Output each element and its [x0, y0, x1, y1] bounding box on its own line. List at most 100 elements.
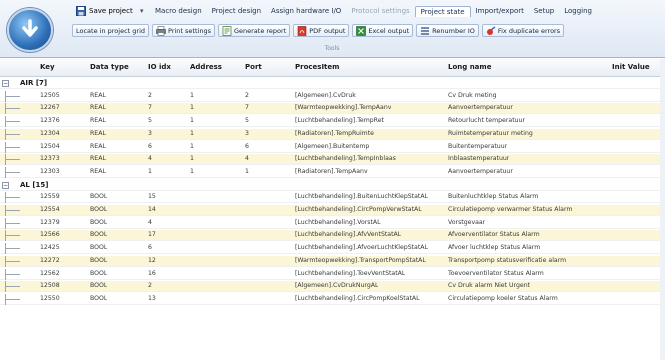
- quick-access-dropdown[interactable]: ▾: [140, 4, 144, 18]
- group-row[interactable]: − AIR [7]: [0, 78, 660, 89]
- cell-long-name: Buitentemperatuur: [448, 142, 508, 150]
- cell-procesitem: [Luchtbehandeling].TempRet: [295, 117, 384, 125]
- cell-key: 12379: [40, 218, 60, 226]
- cell-procesitem: [Luchtbehandeling].BuitenLuchtKlepStatAL: [295, 193, 429, 201]
- save-project-label: Save project: [89, 7, 133, 15]
- cell-data-type: BOOL: [90, 269, 108, 277]
- tab-macro-design[interactable]: Macro design: [150, 6, 207, 16]
- column-header-long-name[interactable]: Long name: [448, 63, 491, 71]
- cell-long-name: Buitenluchtklep Status Alarm: [448, 193, 539, 201]
- fix-duplicate-errors-button[interactable]: Fix duplicate errors: [481, 24, 565, 37]
- table-row[interactable]: 12373 REAL 4 1 4 [Luchtbehandeling].TempInbla…: [0, 154, 660, 166]
- table-row[interactable]: 12504 REAL 6 1 6 [Algemeen].Buitentemp Buitent…: [0, 141, 660, 153]
- table-row[interactable]: 12379 BOOL 4 [Luchtbehandeling].VorstAL Vors…: [0, 217, 660, 229]
- application-menu-button[interactable]: [7, 8, 53, 52]
- tab-project-design[interactable]: Project design: [207, 6, 266, 16]
- column-header-init-value[interactable]: Init Value: [612, 63, 650, 71]
- cell-io-idx: 2: [148, 91, 152, 99]
- cell-procesitem: [Luchtbehandeling].AfvVentStatAL: [295, 231, 402, 239]
- tree-line: [5, 141, 20, 153]
- cell-io-idx: 12: [148, 256, 156, 264]
- save-icon: [76, 6, 86, 16]
- pdf-output-button[interactable]: PDF output: [293, 24, 350, 37]
- table-row[interactable]: 12505 REAL 2 1 2 [Algemeen].CvDruk Cv Druk met…: [0, 90, 660, 102]
- tab-assign-hardware-i-o[interactable]: Assign hardware I/O: [266, 6, 346, 16]
- column-header-data-type[interactable]: Data type: [90, 63, 129, 71]
- tree-line: [5, 230, 20, 242]
- tree-line: [5, 90, 20, 102]
- cell-key: 12504: [40, 142, 60, 150]
- column-header-key[interactable]: Key: [40, 63, 55, 71]
- cell-key: 12304: [40, 129, 60, 137]
- grid-header: Key Data type IO idx Address Port ProcesItem L…: [0, 59, 665, 77]
- cell-key: 12272: [40, 256, 60, 264]
- excel-output-button[interactable]: Excel output: [352, 24, 414, 37]
- cell-data-type: REAL: [90, 104, 106, 112]
- column-header-port[interactable]: Port: [245, 63, 262, 71]
- tab-project-state[interactable]: Project state: [414, 5, 471, 17]
- cell-address: 1: [190, 155, 194, 163]
- cell-io-idx: 4: [148, 155, 152, 163]
- cell-io-idx: 6: [148, 244, 152, 252]
- table-row[interactable]: 12303 REAL 1 1 1 [Radiatoren].TempAanv Aanvoer…: [0, 166, 660, 178]
- cell-port: 5: [245, 117, 249, 125]
- cell-data-type: BOOL: [90, 231, 108, 239]
- cell-long-name: Afvoer luchtklep Status Alarm: [448, 244, 541, 252]
- table-row[interactable]: 12272 BOOL 12 [Warmteopwekking].TransportPo…: [0, 255, 660, 267]
- tab-logging[interactable]: Logging: [559, 6, 597, 16]
- cell-procesitem: [Luchtbehandeling].CircPompVerwStatAL: [295, 206, 422, 213]
- cell-data-type: BOOL: [90, 206, 108, 213]
- cell-data-type: BOOL: [90, 218, 108, 226]
- tree-line: [5, 243, 20, 255]
- locate-in-project-grid-button[interactable]: Locate in project grid: [72, 24, 150, 37]
- cell-io-idx: 14: [148, 206, 156, 213]
- collapse-icon[interactable]: −: [2, 80, 9, 87]
- table-row[interactable]: 12559 BOOL 15 [Luchtbehandeling].BuitenLuch…: [0, 192, 660, 204]
- table-row[interactable]: 12425 BOOL 6 [Luchtbehandeling].AfvoerLucht…: [0, 243, 660, 255]
- cell-port: 3: [245, 129, 249, 137]
- cell-key: 12562: [40, 269, 60, 277]
- table-row[interactable]: 12562 BOOL 16 [Luchtbehandeling].ToevVentSt…: [0, 268, 660, 280]
- column-header-io-idx[interactable]: IO idx: [148, 63, 171, 71]
- button-label: Fix duplicate errors: [497, 26, 561, 35]
- quick-access-save[interactable]: Save project: [76, 4, 133, 18]
- cell-io-idx: 15: [148, 193, 156, 201]
- tree-line: [5, 293, 20, 305]
- cell-key: 12554: [40, 206, 60, 213]
- cell-procesitem: [Luchtbehandeling].TempInblaas: [295, 155, 396, 163]
- cell-long-name: Circulatiepomp verwarmer Status Alarm: [448, 206, 573, 213]
- cell-address: 1: [190, 142, 194, 150]
- cell-address: 1: [190, 91, 194, 99]
- cell-procesitem: [Algemeen].CvDrukNurgAL: [295, 282, 379, 290]
- table-row[interactable]: 12304 REAL 3 1 3 [Radiatoren].TempRuimte Ruimt…: [0, 128, 660, 140]
- button-label: Locate in project grid: [76, 26, 146, 35]
- renumber-io-button[interactable]: Renumber IO: [416, 24, 479, 37]
- cell-key: 12376: [40, 117, 60, 125]
- tab-import-export[interactable]: Import/export: [471, 6, 529, 16]
- table-row[interactable]: 12508 BOOL 2 [Algemeen].CvDrukNurgAL Cv Druk…: [0, 281, 660, 293]
- table-row[interactable]: 12550 BOOL 13 [Luchtbehandeling].CircPompKo…: [0, 293, 660, 305]
- cell-io-idx: 6: [148, 142, 152, 150]
- cell-address: 1: [190, 104, 194, 112]
- io-grid: Key Data type IO idx Address Port ProcesItem L…: [0, 59, 665, 360]
- tab-protocol-settings[interactable]: Protocol settings: [346, 6, 414, 16]
- column-header-procesitem[interactable]: ProcesItem: [295, 63, 339, 71]
- button-label: PDF output: [309, 26, 346, 35]
- table-row[interactable]: 12566 BOOL 17 [Luchtbehandeling].AfvVentSta…: [0, 230, 660, 242]
- tree-line: [5, 154, 20, 166]
- generate-report-button[interactable]: Generate report: [217, 24, 291, 37]
- group-row[interactable]: − AL [15]: [0, 179, 660, 191]
- print-settings-button[interactable]: Print settings: [152, 24, 215, 37]
- table-row[interactable]: 12267 REAL 7 1 7 [Warmteopwekking].TempAanv Aa…: [0, 103, 660, 115]
- cell-data-type: BOOL: [90, 256, 108, 264]
- table-row[interactable]: 12376 REAL 5 1 5 [Luchtbehandeling].TempRet Re…: [0, 116, 660, 128]
- vertical-scrollbar[interactable]: [660, 59, 665, 360]
- group-label: AIR [7]: [20, 79, 48, 87]
- button-label: Excel output: [368, 26, 410, 35]
- cell-data-type: BOOL: [90, 282, 108, 290]
- collapse-icon[interactable]: −: [2, 181, 9, 189]
- tab-setup[interactable]: Setup: [529, 6, 559, 16]
- column-header-address[interactable]: Address: [190, 63, 222, 71]
- table-row[interactable]: 12554 BOOL 14 [Luchtbehandeling].CircPompVe…: [0, 205, 660, 216]
- tree-line: [5, 281, 20, 293]
